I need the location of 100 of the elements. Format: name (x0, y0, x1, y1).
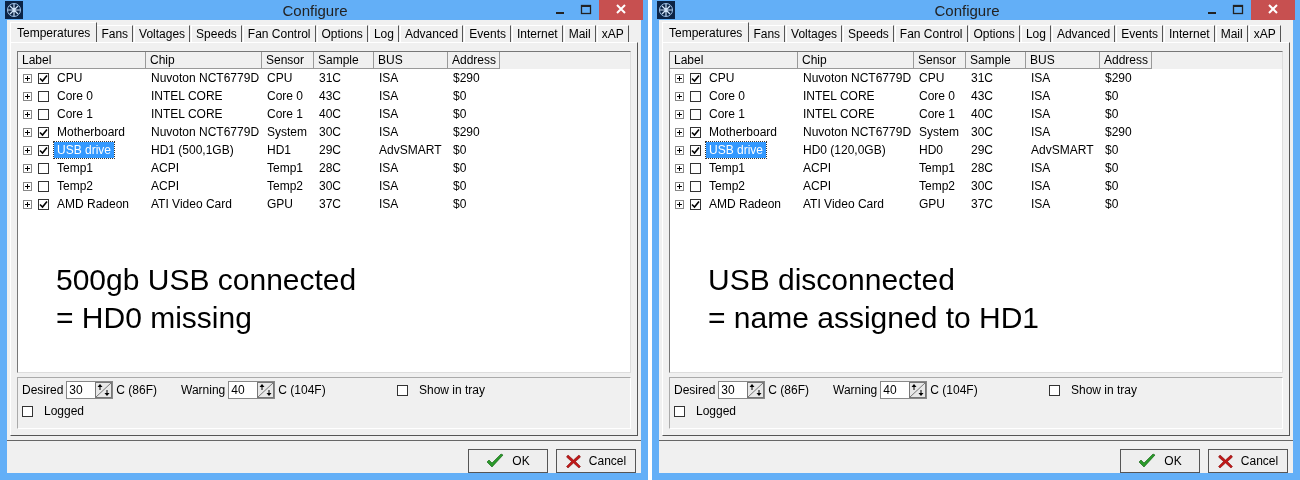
tab[interactable]: Fans (96, 25, 134, 42)
tab[interactable]: xAP (1248, 25, 1281, 42)
checkbox[interactable] (38, 162, 49, 174)
checkbox[interactable] (396, 384, 408, 396)
tab[interactable]: Temperatures (662, 22, 750, 42)
tab[interactable]: Log (368, 25, 399, 42)
checkbox[interactable] (690, 162, 701, 174)
expand-icon[interactable] (23, 91, 32, 101)
spin-field[interactable]: 40 (880, 381, 928, 399)
expand-icon[interactable] (23, 73, 32, 83)
tab[interactable]: Advanced (399, 25, 464, 42)
row-label[interactable]: Core 1 (706, 106, 749, 122)
row-label[interactable]: Temp1 (706, 160, 749, 176)
tab[interactable]: Speeds (843, 25, 894, 42)
row-label[interactable]: Temp2 (54, 178, 97, 194)
tab[interactable]: Mail (1215, 25, 1248, 42)
spin-field[interactable]: 40 (228, 381, 276, 399)
spin-arrows-icon[interactable] (909, 382, 927, 398)
row-label[interactable]: Temp2 (706, 178, 749, 194)
checkbox[interactable] (690, 72, 701, 84)
expand-icon[interactable] (675, 73, 684, 83)
tab[interactable]: Voltages (134, 25, 191, 42)
close-icon[interactable] (1251, 0, 1295, 20)
checkbox[interactable] (38, 108, 49, 120)
checkbox[interactable] (690, 108, 701, 120)
spin-field[interactable]: 30 (66, 381, 114, 399)
tab[interactable]: Fans (748, 25, 786, 42)
column-header[interactable]: Chip (146, 52, 262, 69)
tab[interactable]: Internet (1163, 25, 1215, 42)
checkbox[interactable] (38, 180, 49, 192)
expand-icon[interactable] (675, 127, 684, 137)
tab[interactable]: Temperatures (10, 22, 98, 42)
cancel-button[interactable]: Cancel (556, 449, 636, 473)
expand-icon[interactable] (23, 145, 32, 155)
column-header[interactable]: Label (18, 52, 146, 69)
row-label[interactable]: Motherboard (54, 124, 129, 140)
checkbox[interactable] (38, 126, 49, 138)
spin-arrows-icon[interactable] (257, 382, 275, 398)
column-header[interactable]: BUS (374, 52, 448, 69)
expand-icon[interactable] (675, 163, 684, 173)
spin-arrows-icon[interactable] (747, 382, 765, 398)
tab[interactable]: Log (1020, 25, 1051, 42)
column-header[interactable]: Address (448, 52, 500, 69)
row-label[interactable]: Core 0 (706, 88, 749, 104)
tab[interactable]: Speeds (191, 25, 242, 42)
column-header[interactable]: Label (670, 52, 798, 69)
expand-icon[interactable] (675, 145, 684, 155)
checkbox[interactable] (690, 144, 701, 156)
checkbox[interactable] (38, 90, 49, 102)
row-label[interactable]: Motherboard (706, 124, 781, 140)
tab[interactable]: Options (316, 25, 368, 42)
expand-icon[interactable] (23, 181, 32, 191)
checkbox[interactable] (38, 144, 49, 156)
expand-icon[interactable] (23, 199, 32, 209)
row-label[interactable]: AMD Radeon (706, 196, 785, 212)
ok-button[interactable]: OK (1120, 449, 1200, 473)
tab[interactable]: Events (464, 25, 511, 42)
checkbox[interactable] (22, 405, 33, 417)
row-label[interactable]: AMD Radeon (54, 196, 133, 212)
tab[interactable]: Fan Control (894, 25, 968, 42)
tab[interactable]: Mail (563, 25, 596, 42)
expand-icon[interactable] (23, 163, 32, 173)
expand-icon[interactable] (675, 199, 684, 209)
column-header[interactable]: Sensor (262, 52, 314, 69)
checkbox[interactable] (38, 198, 49, 210)
row-label[interactable]: CPU (54, 70, 86, 86)
column-header[interactable]: Sensor (914, 52, 966, 69)
column-header[interactable]: Sample (966, 52, 1026, 69)
checkbox[interactable] (690, 198, 701, 210)
spin-arrows-icon[interactable] (95, 382, 113, 398)
checkbox[interactable] (690, 180, 701, 192)
tab[interactable]: Events (1116, 25, 1163, 42)
tab[interactable]: Advanced (1051, 25, 1116, 42)
expand-icon[interactable] (23, 127, 32, 137)
expand-icon[interactable] (675, 91, 684, 101)
column-header[interactable]: BUS (1026, 52, 1100, 69)
tab[interactable]: Internet (511, 25, 563, 42)
expand-icon[interactable] (23, 109, 32, 119)
expand-icon[interactable] (675, 109, 684, 119)
checkbox[interactable] (38, 72, 49, 84)
tab[interactable]: xAP (596, 25, 629, 42)
checkbox[interactable] (690, 90, 701, 102)
row-label[interactable]: Temp1 (54, 160, 97, 176)
spin-field[interactable]: 30 (718, 381, 766, 399)
tab[interactable]: Fan Control (242, 25, 316, 42)
cancel-button[interactable]: Cancel (1208, 449, 1288, 473)
row-label[interactable]: Core 0 (54, 88, 97, 104)
column-header[interactable]: Address (1100, 52, 1152, 69)
row-label[interactable]: CPU (706, 70, 738, 86)
checkbox[interactable] (690, 126, 701, 138)
ok-button[interactable]: OK (468, 449, 548, 473)
tab[interactable]: Voltages (786, 25, 843, 42)
checkbox[interactable] (1048, 384, 1060, 396)
column-header[interactable]: Sample (314, 52, 374, 69)
row-label[interactable]: Core 1 (54, 106, 97, 122)
tab[interactable]: Options (968, 25, 1020, 42)
checkbox[interactable] (674, 405, 685, 417)
close-icon[interactable] (599, 0, 643, 20)
column-header[interactable]: Chip (798, 52, 914, 69)
expand-icon[interactable] (675, 181, 684, 191)
